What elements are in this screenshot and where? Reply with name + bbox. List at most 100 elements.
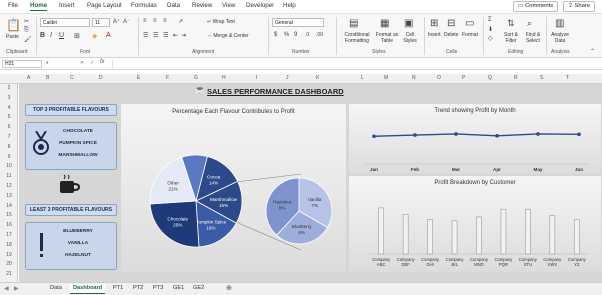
font-color-icon[interactable]: A	[106, 32, 111, 39]
column-header-cell[interactable]: A	[27, 75, 30, 81]
menu-tab-insert[interactable]: Insert	[59, 2, 74, 9]
row-header-cell[interactable]: 13	[0, 193, 18, 199]
row-header-cell[interactable]: 15	[0, 212, 18, 218]
share-button[interactable]: ⇪ Share	[563, 1, 595, 12]
menu-tab-help[interactable]: Help	[283, 2, 296, 9]
dropdown-icon[interactable]: ▾	[46, 60, 49, 66]
currency-icon[interactable]: $	[274, 32, 277, 38]
row-header-cell[interactable]: 2	[0, 85, 18, 91]
sheet-tab-pt3[interactable]: PT3	[153, 285, 163, 291]
add-sheet-icon[interactable]: ⊕	[226, 284, 232, 292]
menu-tab-file[interactable]: File	[8, 2, 18, 9]
row-header-cell[interactable]: 9	[0, 154, 18, 160]
align-right-icon[interactable]: ☰	[163, 32, 168, 39]
comments-button[interactable]: ▭ Comments	[513, 1, 559, 12]
row-header-cell[interactable]: 18	[0, 242, 18, 248]
row-header-cell[interactable]: 10	[0, 163, 18, 169]
column-header-cell[interactable]: I	[256, 75, 257, 81]
menu-tab-review[interactable]: Review	[192, 2, 212, 9]
row-header-cell[interactable]: 8	[0, 144, 18, 150]
delete-cells-icon[interactable]: ⊟	[447, 18, 455, 29]
cell-styles-button[interactable]: Cell Styles	[400, 32, 420, 44]
cell-styles-icon[interactable]: ▣	[404, 18, 413, 29]
collapse-ribbon-icon[interactable]: ⌃	[590, 48, 595, 55]
row-header-cell[interactable]: 6	[0, 124, 18, 130]
column-header-cell[interactable]: C	[70, 75, 74, 81]
conditional-formatting-icon[interactable]: ▤	[349, 18, 358, 29]
sheet-tab-data[interactable]: Data	[50, 285, 62, 291]
paste-button[interactable]: Paste	[6, 34, 19, 40]
column-header-cell[interactable]: P	[462, 75, 465, 81]
align-top-icon[interactable]: ≡	[143, 18, 147, 24]
enter-icon[interactable]: ✓	[90, 60, 94, 66]
column-header-cell[interactable]: K	[316, 75, 319, 81]
row-header-cell[interactable]: 17	[0, 232, 18, 238]
name-box[interactable]: H31	[2, 60, 42, 68]
sheet-tab-ge2[interactable]: GE2	[193, 285, 204, 291]
comma-icon[interactable]: 9	[294, 32, 297, 38]
cancel-icon[interactable]: ✕	[80, 60, 84, 66]
analyze-data-button[interactable]: Analyze Data	[549, 32, 571, 44]
orientation-icon[interactable]: ↗	[178, 18, 183, 25]
prev-sheet-icon[interactable]: ◀	[4, 285, 9, 292]
format-cells-button[interactable]: Format	[462, 32, 478, 38]
insert-cells-icon[interactable]: ⊞	[430, 18, 438, 29]
row-header-cell[interactable]: 21	[0, 271, 18, 277]
fx-icon[interactable]: fx	[100, 59, 105, 65]
italic-icon[interactable]: I	[50, 32, 52, 39]
conditional-formatting-button[interactable]: Conditional Formatting	[340, 32, 374, 44]
fill-icon[interactable]: ⬇	[488, 26, 493, 33]
format-painter-icon[interactable]: 🖌	[24, 36, 32, 43]
fill-color-icon[interactable]: ◈	[92, 32, 97, 40]
increase-decimal-icon[interactable]: .0	[305, 32, 309, 38]
column-header-cell[interactable]: E	[137, 75, 140, 81]
row-header-cell[interactable]: 11	[0, 173, 18, 179]
align-center-icon[interactable]: ☰	[153, 32, 158, 39]
format-as-table-button[interactable]: Format as Table	[374, 32, 400, 44]
wrap-text-button[interactable]: ↵ Wrap Text	[207, 19, 235, 25]
cut-icon[interactable]: ✂	[24, 18, 29, 25]
column-header-cell[interactable]: M	[384, 75, 388, 81]
outdent-icon[interactable]: ⇥	[181, 32, 186, 39]
row-header-cell[interactable]: 5	[0, 114, 18, 120]
row-header-cell[interactable]: 4	[0, 105, 18, 111]
decrease-decimal-icon[interactable]: .00	[316, 32, 323, 38]
menu-tab-view[interactable]: View	[222, 2, 235, 9]
analyze-data-icon[interactable]: ▥	[555, 18, 564, 29]
column-header-cell[interactable]: B	[46, 75, 49, 81]
column-header-cell[interactable]: R	[514, 75, 518, 81]
borders-icon[interactable]: ⊞	[74, 32, 80, 40]
column-header-cell[interactable]: O	[437, 75, 441, 81]
font-size-select[interactable]: 11	[92, 18, 110, 27]
row-header-cell[interactable]: 12	[0, 183, 18, 189]
autosum-icon[interactable]: Σ	[488, 17, 492, 23]
next-sheet-icon[interactable]: ▶	[14, 285, 19, 292]
column-header-cell[interactable]: S	[540, 75, 543, 81]
sort-filter-icon[interactable]: ⇅	[507, 18, 515, 29]
merge-center-button[interactable]: ⇔ Merge & Center	[207, 33, 249, 39]
row-header-cell[interactable]: 7	[0, 134, 18, 140]
menu-tab-developer[interactable]: Developer	[246, 2, 274, 9]
menu-tab-data[interactable]: Data	[167, 2, 180, 9]
column-header-cell[interactable]: G	[194, 75, 198, 81]
paste-icon[interactable]: 📋	[6, 18, 21, 32]
format-cells-icon[interactable]: ▭	[465, 18, 474, 29]
sort-filter-button[interactable]: Sort & Filter	[500, 32, 522, 44]
sheet-tab-dashboard[interactable]: Dashboard	[70, 284, 106, 294]
font-name-select[interactable]: Calibri	[40, 18, 90, 27]
percent-icon[interactable]: %	[284, 32, 289, 38]
menu-tab-home[interactable]: Home	[30, 2, 48, 11]
row-header-cell[interactable]: 16	[0, 222, 18, 228]
row-header-cell[interactable]: 3	[0, 95, 18, 101]
copy-icon[interactable]: ⎘	[24, 27, 29, 34]
column-header-cell[interactable]: D	[99, 75, 103, 81]
row-header-cell[interactable]: 20	[0, 261, 18, 267]
column-header-cell[interactable]: T	[566, 75, 569, 81]
align-left-icon[interactable]: ☰	[143, 32, 148, 39]
column-header-cell[interactable]: J	[286, 75, 289, 81]
column-header-cell[interactable]: L	[361, 75, 364, 81]
row-header-cell[interactable]: 19	[0, 252, 18, 258]
find-select-icon[interactable]: ⌕	[527, 18, 532, 29]
shrink-font-icon[interactable]: A⁻	[123, 18, 130, 25]
sheet-tab-ge1[interactable]: GE1	[173, 285, 184, 291]
